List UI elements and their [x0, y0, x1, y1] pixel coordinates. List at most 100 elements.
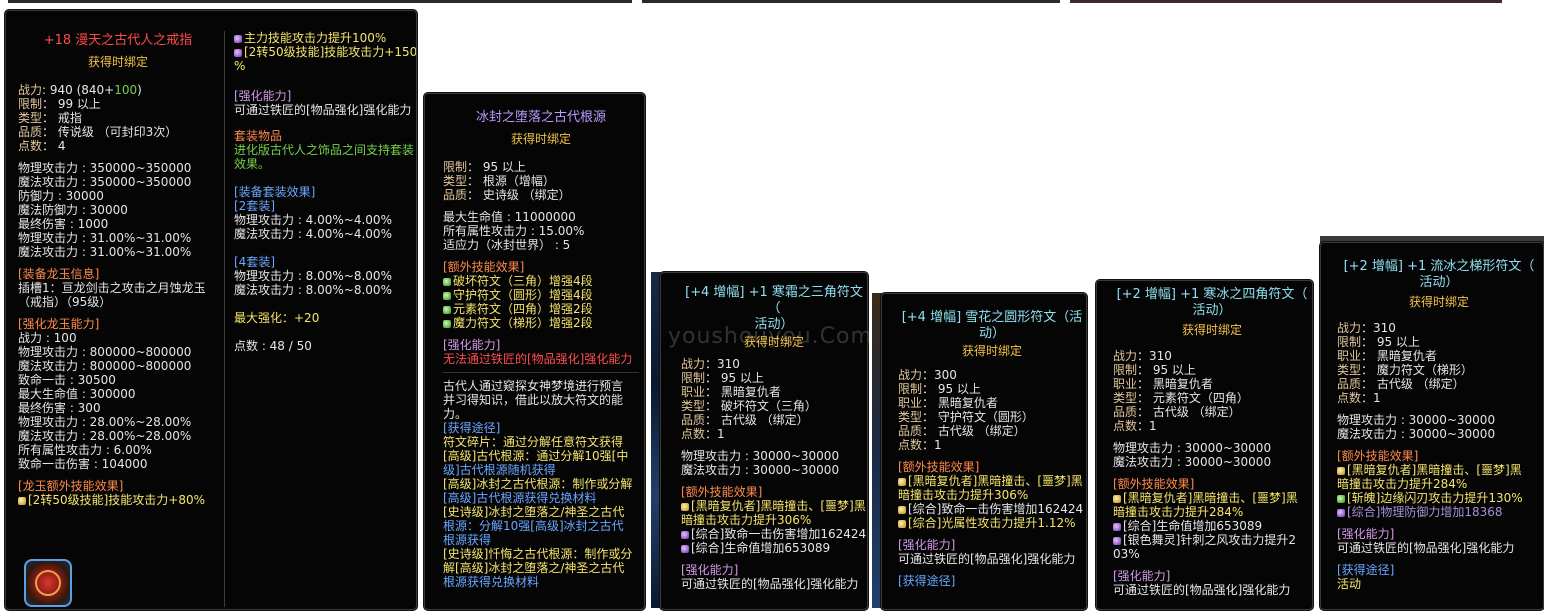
route-line: 级]古代根源随机获得: [443, 463, 556, 477]
stat-power: 战力：310: [681, 357, 740, 371]
route-line: 根源获得兑换材料: [443, 575, 540, 589]
bind-status: 获得时绑定: [1408, 295, 1469, 309]
skill-icon: [1113, 522, 1121, 531]
tooltip-root: 冰封之堕落之古代根源 获得时绑定 限制： 95 以上 类型： 根源（增幅） 品质…: [424, 93, 645, 610]
desc-line: 古代人通过窥探女神梦境进行预言: [443, 379, 624, 393]
skill-icon: [1337, 508, 1345, 517]
skill-bonus-line: [2转50级技能]技能攻击力+150: [234, 45, 416, 59]
skill-gem-icon: [234, 48, 242, 57]
item-title-cont: 活动）: [1192, 303, 1232, 318]
rune-content: [+2 增幅] +1 寒冰之四角符文（ 活动） 获得时绑定 战力：310 限制：…: [1113, 287, 1311, 597]
set4-line: 魔法攻击力 : 8.00%~8.00%: [234, 283, 392, 297]
route-heading: [获得途径]: [898, 574, 956, 588]
rune-content: [+2 增幅] +1 流冰之梯形符文（ 活动） 获得时绑定 战力：310 限制：…: [1337, 259, 1541, 591]
rune-content: [+4 增幅] 雪花之圆形符文（活 动） 获得时绑定 战力：300 限制： 95…: [898, 310, 1086, 588]
stat-line: 所有属性攻击力 : 15.00%: [443, 224, 585, 238]
skill-heading: [额外技能效果]: [443, 260, 525, 274]
skill-gem-icon: [18, 496, 26, 505]
stat-power: 战力：310: [1113, 349, 1172, 363]
stat-points: 点数： 4: [18, 139, 66, 153]
rune-icon: [443, 291, 451, 300]
route-line: 活动: [1337, 577, 1362, 591]
route-line: [高级]古代根源获得兑换材料: [443, 491, 597, 505]
set-item-desc: 进化版古代人之饰品之间支持套装: [234, 143, 415, 157]
divider: [224, 31, 225, 607]
stat-class: 职业： 黑暗复仇者: [1337, 349, 1437, 363]
stat-power: 战力：300: [898, 368, 957, 382]
enhance-line: 魔法攻击力 : 28.00%~28.00%: [18, 429, 192, 443]
gem-info-heading: [装备龙玉信息]: [18, 267, 100, 281]
enhance-heading: [强化能力]: [898, 538, 956, 552]
skill-icon: [681, 544, 689, 553]
rune-icon: [443, 305, 451, 314]
enhance-line: 致命一击 : 30500: [18, 373, 116, 387]
enhance-heading: [强化能力]: [443, 338, 501, 352]
top-strip: [642, 0, 1060, 3]
gem-slot-line: 插槽1：亘龙剑击之攻击之月蚀龙玉: [18, 281, 206, 295]
item-title: [+2 增幅] +1 流冰之梯形符文（: [1343, 259, 1535, 274]
stat-level: 限制： 99 以上: [18, 97, 101, 111]
stat-level: 限制： 95 以上: [1113, 363, 1196, 377]
enhance-line: 致命一击伤害 : 104000: [18, 457, 148, 471]
enhance-heading: [强化能力]: [234, 89, 292, 103]
route-line: 解[高级]冰封之堕落之/神圣之古代: [443, 561, 625, 575]
skill-line: 守护符文（圆形）增强4段: [443, 288, 639, 302]
stat-grade: 品质： 古代级 （绑定）: [898, 424, 1026, 438]
ring-item-icon[interactable]: [24, 559, 72, 607]
item-title-cont: 活动）: [1419, 275, 1459, 290]
stat-type: 类型： 守护符文（圆形）: [898, 410, 1034, 424]
route-line: 根源：分解10强[高级]冰封之古代: [443, 519, 624, 533]
skill-heading: [额外技能效果]: [898, 460, 980, 474]
skill-line: [斩魄]边缘闪刃攻击力提升130%: [1337, 491, 1541, 505]
stat-line: 魔法防御力 : 30000: [18, 203, 128, 217]
desc-line: 并习得知识，借此以放大符文的能: [443, 393, 624, 407]
item-title: +18 漫天之古代人之戒指: [43, 33, 193, 48]
root-content: 冰封之堕落之古代根源 获得时绑定 限制： 95 以上 类型： 根源（增幅） 品质…: [443, 110, 639, 589]
skill-line: [银色舞灵]针刺之风攻击力提升2: [1113, 533, 1311, 547]
skill-line: 暗撞击攻击力提升284%: [1113, 505, 1244, 519]
gem-enhance-heading: [强化龙玉能力]: [18, 317, 100, 331]
enhance-line: 可通过铁匠的[物品强化]强化能力: [234, 103, 412, 117]
skill-line: [黑暗复仇者]黑暗撞击、[噩梦]黑: [898, 474, 1086, 488]
stat-line: 魔法攻击力 : 30000~30000: [1337, 427, 1496, 441]
route-line: [史诗级]忏悔之古代根源：制作或分: [443, 547, 633, 561]
skill-heading: [额外技能效果]: [1113, 477, 1195, 491]
enhance-heading: [强化能力]: [1337, 527, 1395, 541]
skill-icon: [898, 477, 906, 486]
stat-type: 类型： 根源（增幅）: [443, 174, 555, 188]
gem-extra-line: [2转50级技能]技能攻击力+80%: [18, 493, 218, 507]
right-column: 主力技能攻击力提升100% [2转50级技能]技能攻击力+150 % [强化能力…: [234, 31, 416, 353]
enhance-line: 所有属性攻击力 : 6.00%: [18, 443, 152, 457]
skill-line: 破坏符文（三角）增强4段: [443, 274, 639, 288]
stat-type: 类型： 破坏符文（三角）: [681, 399, 817, 413]
item-title: [+4 增幅] 雪花之圆形符文（活: [901, 310, 1083, 325]
stat-grade: 品质： 古代级 （绑定）: [681, 413, 809, 427]
set-effect-heading: [装备套装效果]: [234, 185, 316, 199]
set-item-heading: 套装物品: [234, 129, 283, 143]
stat-line: 防御力 : 30000: [18, 189, 104, 203]
set2-heading: [2套装]: [234, 199, 275, 213]
skill-line: 暗撞击攻击力提升306%: [681, 513, 812, 527]
stat-level: 限制： 95 以上: [1337, 335, 1420, 349]
rune-icon: [443, 319, 451, 328]
stat-points: 点数：1: [1337, 391, 1381, 405]
stat-line: 魔法攻击力 : 350000~350000: [18, 175, 192, 189]
left-column: +18 漫天之古代人之戒指 获得时绑定 战力: 940 (840+100) 限制…: [18, 33, 218, 507]
skill-line: 暗撞击攻击力提升306%: [898, 488, 1029, 502]
stat-line: 物理攻击力 : 30000~30000: [681, 449, 840, 463]
skill-line: [黑暗复仇者]黑暗撞击、[噩梦]黑: [1113, 491, 1311, 505]
tooltip-rune-trapezoid: [+2 增幅] +1 流冰之梯形符文（ 活动） 获得时绑定 战力：310 限制：…: [1320, 242, 1544, 610]
stat-line: 魔法攻击力 : 30000~30000: [681, 463, 840, 477]
enhance-line: 物理攻击力 : 28.00%~28.00%: [18, 415, 192, 429]
stat-line: 物理攻击力 : 31.00%~31.00%: [18, 231, 192, 245]
set4-heading: [4套装]: [234, 255, 275, 269]
skill-line: [综合]生命值增加653089: [1113, 519, 1311, 533]
skill-icon: [898, 505, 906, 514]
tooltip-rune-circle: [+4 增幅] 雪花之圆形符文（活 动） 获得时绑定 战力：300 限制： 95…: [881, 293, 1087, 610]
set4-line: 物理攻击力 : 8.00%~8.00%: [234, 269, 392, 283]
skill-line: [综合]物理防御力增加18368: [1337, 505, 1541, 519]
route-line: [高级]冰封之古代根源：制作或分解: [443, 477, 633, 491]
skill-icon: [1113, 494, 1121, 503]
skill-line: [综合]光属性攻击力提升1.12%: [898, 516, 1086, 530]
gem-slot-line: （戒指）（95级）: [18, 295, 112, 309]
